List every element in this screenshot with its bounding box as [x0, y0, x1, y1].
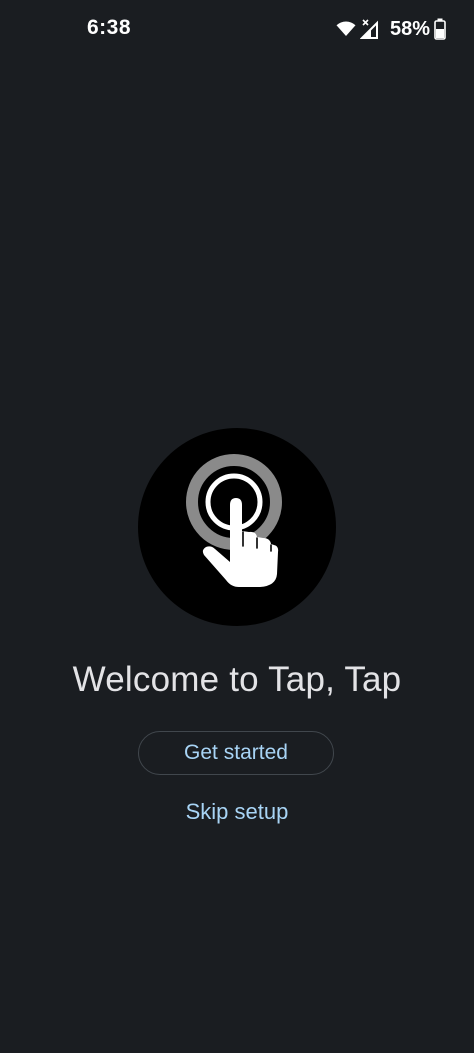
skip-setup-link[interactable]: Skip setup	[0, 799, 474, 825]
wifi-icon	[336, 21, 356, 37]
status-time: 6:38	[87, 16, 132, 39]
tap-gesture-icon	[186, 454, 282, 587]
welcome-screen: 6:38 58% Welcome to Tap, Tap Get started…	[0, 0, 474, 1053]
status-icons: 58%	[336, 16, 446, 42]
status-bar: 6:38 58%	[0, 0, 474, 58]
welcome-title: Welcome to Tap, Tap	[72, 660, 402, 699]
battery-percent: 58%	[389, 17, 430, 40]
hero-illustration	[138, 428, 336, 626]
battery-icon	[434, 18, 446, 40]
get-started-button[interactable]: Get started	[138, 731, 334, 775]
cell-signal-icon	[359, 19, 380, 39]
